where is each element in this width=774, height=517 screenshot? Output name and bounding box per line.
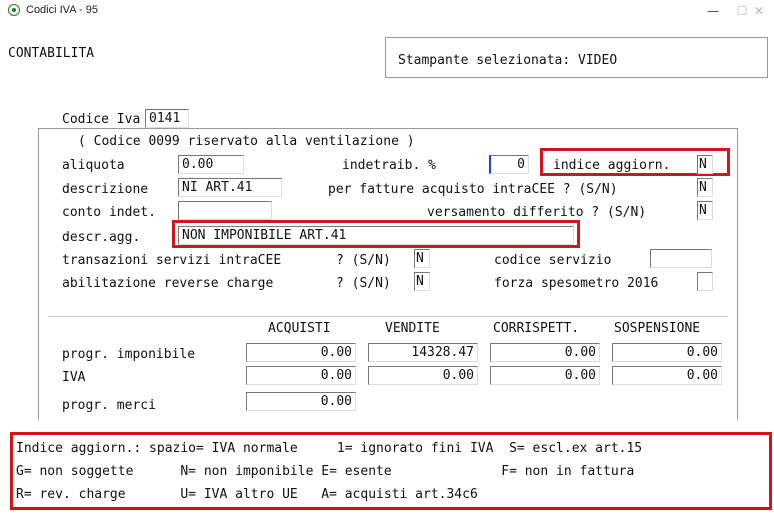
iva-vendite[interactable]: 0.00 — [368, 366, 478, 385]
legend-line-1: Indice aggiorn.: spazio= IVA normale 1= … — [16, 441, 643, 456]
aliquota-label: aliquota — [62, 158, 125, 173]
transazioni-label: transazioni servizi intraCEE — [62, 253, 282, 268]
app-icon — [8, 4, 20, 16]
indice-input[interactable]: N — [697, 155, 713, 174]
imponibile-corrispett[interactable]: 0.00 — [490, 343, 600, 362]
merci-acquisti[interactable]: 0.00 — [246, 392, 356, 411]
descrizione-input[interactable]: NI ART.41 — [178, 178, 282, 197]
legend-line-3: R= rev. charge U= IVA altro UE A= acquis… — [16, 487, 478, 502]
indice-label: indice aggiorn. — [553, 158, 671, 173]
merci-label: progr. merci — [62, 398, 156, 413]
versamento-label: versamento differito ? (S/N) — [427, 205, 647, 220]
conto-label: conto indet. — [62, 205, 156, 220]
transazioni-question: ? (S/N) — [336, 253, 391, 268]
iva-sospensione[interactable]: 0.00 — [612, 366, 722, 385]
intracee-input[interactable]: N — [697, 178, 713, 197]
versamento-input[interactable]: N — [697, 201, 713, 220]
aliquota-input[interactable]: 0.00 — [178, 155, 244, 174]
legend-line-2: G= non soggette N= non imponibile E= ese… — [16, 464, 635, 479]
separator — [48, 316, 728, 317]
header-acquisti: ACQUISTI — [268, 321, 331, 336]
reverse-question: ? (S/N) — [336, 276, 391, 291]
transazioni-input[interactable]: N — [414, 249, 430, 268]
imponibile-label: progr. imponibile — [62, 347, 196, 362]
codice-input[interactable]: 0141 — [145, 109, 189, 128]
close-button[interactable]: ✕ — [744, 2, 774, 20]
reverse-label: abilitazione reverse charge — [62, 276, 274, 291]
title-bar — [0, 0, 774, 22]
section-title: CONTABILITA — [8, 46, 95, 61]
intracee-label: per fatture acquisto intraCEE ? (S/N) — [328, 182, 618, 197]
codserv-label: codice servizio — [494, 253, 612, 268]
descrizione-label: descrizione — [62, 182, 149, 197]
indetraib-input[interactable]: 0 — [489, 155, 529, 174]
header-vendite: VENDITE — [385, 321, 440, 336]
imponibile-acquisti[interactable]: 0.00 — [246, 343, 356, 362]
printer-label: Stampante selezionata: VIDEO — [398, 53, 618, 68]
header-corrispett: CORRISPETT. — [493, 321, 580, 336]
reverse-input[interactable]: N — [414, 272, 430, 291]
descragg-input[interactable]: NON IMPONIBILE ART.41 — [178, 226, 574, 245]
descragg-label: descr.agg. — [62, 230, 141, 245]
imponibile-sospensione[interactable]: 0.00 — [612, 343, 722, 362]
codserv-input[interactable] — [650, 249, 712, 268]
codice-label: Codice Iva — [62, 112, 141, 127]
ventilazione-note: ( Codice 0099 riservato alla ventilazion… — [78, 134, 415, 149]
conto-input[interactable] — [178, 201, 272, 220]
spesometro-input[interactable] — [697, 272, 713, 291]
minimize-button[interactable]: — — [698, 2, 728, 20]
imponibile-vendite[interactable]: 14328.47 — [368, 343, 478, 362]
indetraib-label: indetraib. % — [342, 158, 436, 173]
iva-corrispett[interactable]: 0.00 — [490, 366, 600, 385]
spesometro-label: forza spesometro 2016 — [494, 276, 659, 291]
iva-acquisti[interactable]: 0.00 — [246, 366, 356, 385]
iva-label: IVA — [62, 370, 86, 385]
window-title: Codici IVA - 95 — [26, 4, 98, 16]
header-sospensione: SOSPENSIONE — [614, 321, 701, 336]
